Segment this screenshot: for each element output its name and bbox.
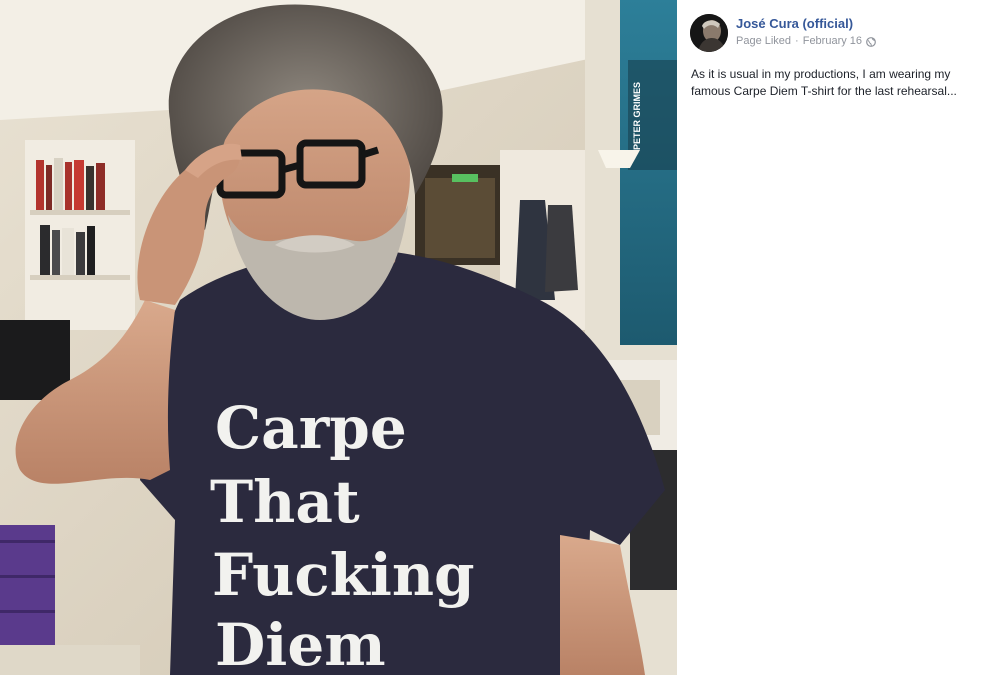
post-caption: As it is usual in my productions, I am w… — [691, 66, 989, 100]
caption-line-2: famous Carpe Diem T-shirt for the last r… — [691, 84, 957, 98]
exit-sign — [452, 174, 478, 182]
post-photo[interactable]: PETER GRIMES Carpe That Fucking Diem — [0, 0, 677, 675]
header-text: José Cura (official) Page Liked · Februa… — [736, 15, 876, 49]
caption-line-1: As it is usual in my productions, I am w… — [691, 67, 951, 81]
desk — [0, 645, 140, 675]
photo-viewer: PETER GRIMES Carpe That Fucking Diem Jos… — [0, 0, 1000, 675]
corridor — [425, 178, 495, 258]
post-date-link[interactable]: February 16 — [803, 34, 862, 49]
globe-icon[interactable] — [866, 36, 876, 47]
avatar[interactable] — [690, 14, 728, 52]
page-name-link[interactable]: José Cura (official) — [736, 15, 876, 32]
wall-poster — [620, 0, 677, 345]
shirt-text-line-1: Carpe — [215, 394, 407, 462]
poster-title: PETER GRIMES — [632, 82, 642, 150]
post-header: José Cura (official) Page Liked · Februa… — [690, 14, 876, 52]
post-sidebar: José Cura (official) Page Liked · Februa… — [677, 0, 1000, 675]
meta-separator: · — [795, 35, 799, 47]
shirt-text-line-4: Diem — [215, 611, 386, 675]
shirt-text-line-2: That — [210, 468, 360, 536]
post-meta: Page Liked · February 16 — [736, 34, 876, 49]
shirt-text-line-3: Fucking — [212, 541, 475, 609]
page-liked-status: Page Liked — [736, 35, 792, 47]
